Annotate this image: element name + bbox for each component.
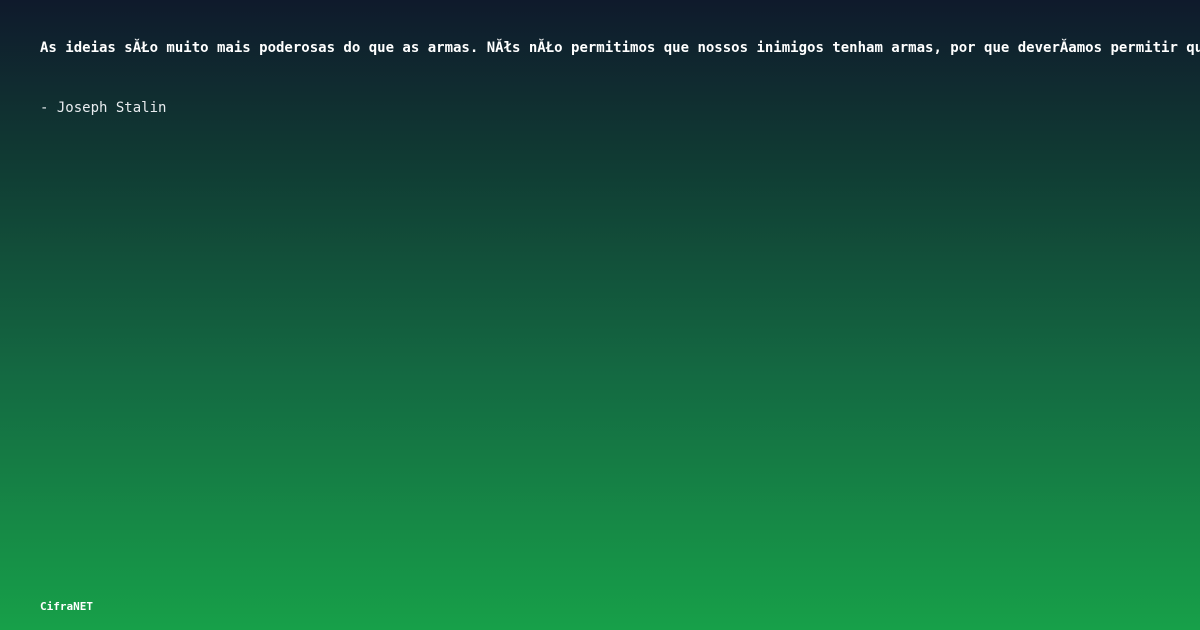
quote-author: - Joseph Stalin xyxy=(40,100,167,116)
quote-text: As ideias sĂŁo muito mais poderosas do q… xyxy=(40,40,1200,56)
brand-logo-text: CifraNET xyxy=(40,600,93,613)
quote-card: As ideias sĂŁo muito mais poderosas do q… xyxy=(0,0,1200,630)
